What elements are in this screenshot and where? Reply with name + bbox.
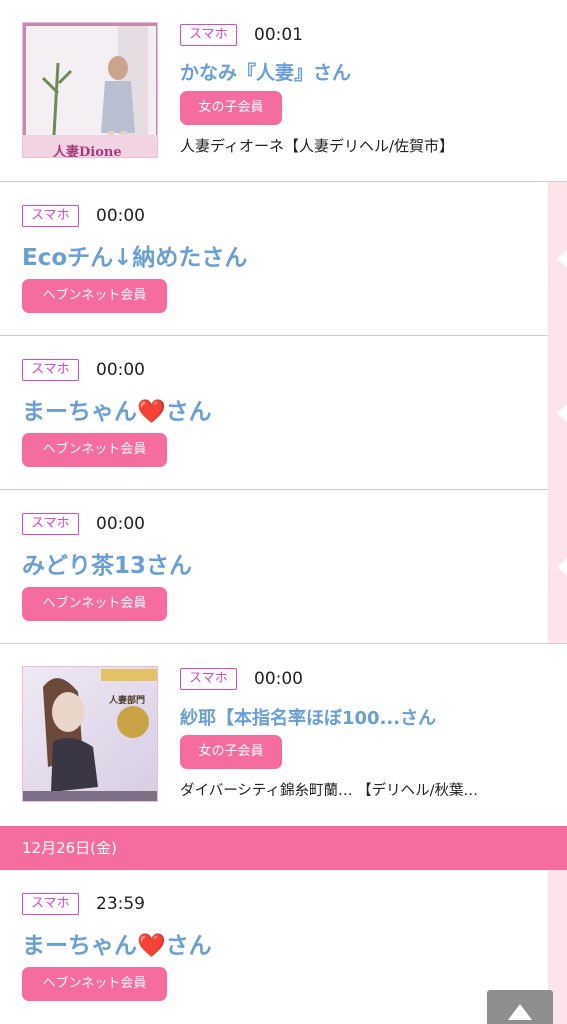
list-item[interactable]: スマホ 00:00 Ecoチん↓納めたさん ヘブンネット会員 xyxy=(0,182,548,336)
shop-link[interactable]: ダイバーシティ錦糸町蘭… 【デリヘル/秋葉… xyxy=(180,779,478,800)
profile-thumbnail[interactable]: 人妻Dione xyxy=(22,22,158,158)
member-type-badge: 女の子会員 xyxy=(180,735,282,769)
device-badge: スマホ xyxy=(22,893,79,915)
date-header: 12月26日(金) xyxy=(0,826,567,870)
post-time: 00:01 xyxy=(254,25,303,45)
list-item[interactable]: スマホ 23:59 まーちゃん❤️さん ヘブンネット会員 xyxy=(0,870,548,1024)
post-time: 23:59 xyxy=(96,894,145,914)
member-type-badge: 女の子会員 xyxy=(180,91,282,125)
post-time: 00:00 xyxy=(96,206,145,226)
device-badge: スマホ xyxy=(180,668,237,690)
member-name-link[interactable]: 紗耶【本指名率ほぼ100...さん xyxy=(180,704,436,730)
member-type-badge: ヘブンネット会員 xyxy=(22,587,167,621)
list-item[interactable]: スマホ 00:00 みどり茶13さん ヘブンネット会員 xyxy=(0,490,548,644)
device-badge: スマホ xyxy=(180,24,237,46)
member-name-link[interactable]: まーちゃん❤️さん xyxy=(22,392,212,426)
member-name-link[interactable]: みどり茶13さん xyxy=(22,546,192,580)
member-name-link[interactable]: かなみ『人妻』さん xyxy=(180,58,351,85)
thumbnail-caption: 人妻部門 xyxy=(109,696,146,706)
scroll-top-button[interactable] xyxy=(487,990,553,1024)
rail-arrow-icon xyxy=(557,404,567,422)
profile-thumbnail[interactable]: 人妻部門 xyxy=(22,666,158,802)
right-rail xyxy=(548,182,567,644)
thumbnail-image-icon xyxy=(23,23,157,157)
device-badge: スマホ xyxy=(22,205,79,227)
device-badge: スマホ xyxy=(22,513,79,535)
arrow-up-icon xyxy=(508,1004,532,1020)
post-time: 00:00 xyxy=(254,669,303,689)
device-badge: スマホ xyxy=(22,359,79,381)
thumbnail-logo-text: 人妻Dione xyxy=(53,145,122,158)
list-item[interactable]: 人妻Dione スマホ 00:01 かなみ『人妻』さん 女の子会員 人妻ディオー… xyxy=(0,0,567,182)
member-type-badge: ヘブンネット会員 xyxy=(22,967,167,1001)
member-name-link[interactable]: Ecoチん↓納めたさん xyxy=(22,238,247,272)
member-type-badge: ヘブンネット会員 xyxy=(22,433,167,467)
post-time: 00:00 xyxy=(96,360,145,380)
shop-link[interactable]: 人妻ディオーネ【人妻デリヘル/佐賀市】 xyxy=(180,135,454,156)
member-name-link[interactable]: まーちゃん❤️さん xyxy=(22,926,212,960)
list-item[interactable]: スマホ 00:00 まーちゃん❤️さん ヘブンネット会員 xyxy=(0,336,548,490)
rail-arrow-icon xyxy=(557,250,567,268)
thumbnail-image-icon xyxy=(23,667,157,801)
rail-arrow-icon xyxy=(557,558,567,576)
post-time: 00:00 xyxy=(96,514,145,534)
list-item[interactable]: 人妻部門 スマホ 00:00 紗耶【本指名率ほぼ100...さん 女の子会員 ダ… xyxy=(0,644,567,826)
member-type-badge: ヘブンネット会員 xyxy=(22,279,167,313)
